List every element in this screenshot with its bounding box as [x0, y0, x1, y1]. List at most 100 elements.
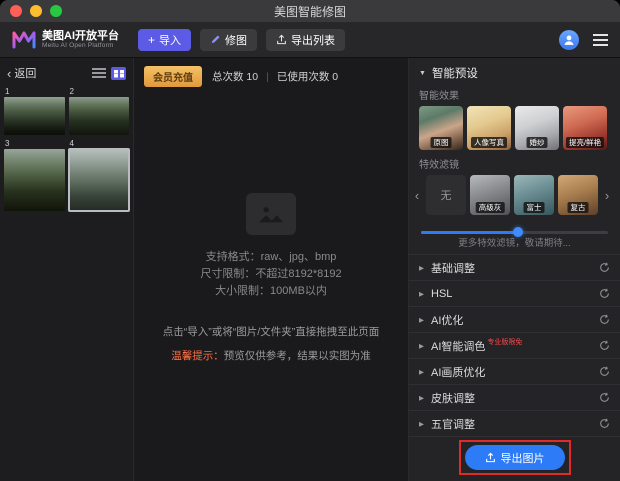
filters-row: ‹ 无 高级灰 富士 复古 ›	[409, 175, 620, 215]
picture-glyph	[256, 202, 286, 226]
hamburger-icon	[593, 34, 608, 36]
window-controls	[10, 5, 62, 17]
reset-icon[interactable]	[599, 392, 610, 403]
photo-index: 2	[69, 86, 130, 97]
export-highlight-box: 导出图片	[459, 440, 571, 475]
filter-label: 高级灰	[476, 202, 505, 214]
export-list-button[interactable]: 导出列表	[266, 29, 345, 51]
caret-right-icon: ▶	[419, 368, 424, 376]
photo-image	[4, 149, 65, 211]
import-button[interactable]: + 导入	[138, 29, 191, 51]
drag-hint: 点击“导入”或将“图片/文件夹”直接拖拽至此页面	[163, 324, 379, 339]
photo-thumbnail-1[interactable]: 1	[4, 86, 65, 135]
section-label: 五官调整	[431, 416, 475, 432]
effect-original[interactable]: 原图	[419, 106, 463, 150]
export-image-button[interactable]: 导出图片	[465, 445, 565, 470]
photo-image	[4, 97, 65, 135]
usage-total: 总次数 10	[212, 69, 258, 84]
retouch-button[interactable]: 修图	[200, 29, 257, 51]
view-toggle	[92, 67, 126, 80]
section-ai-quality[interactable]: ▶ AI画质优化	[409, 359, 620, 385]
content: ‹ 返回 1 2 3	[0, 58, 620, 481]
user-avatar[interactable]	[559, 30, 579, 50]
dimension-hint: 尺寸限制：不超过8192*8192	[200, 266, 341, 283]
photo-index: 4	[69, 138, 130, 149]
user-icon	[562, 33, 576, 47]
workspace: 会员充值 总次数 10 | 已使用次数 0 支持格式：raw、jpg、bmp 尺…	[134, 58, 408, 481]
reset-icon[interactable]	[599, 340, 610, 351]
import-label: 导入	[159, 32, 181, 48]
photo-thumbnail-4[interactable]: 4	[69, 138, 130, 211]
dropzone[interactable]: 支持格式：raw、jpg、bmp 尺寸限制：不超过8192*8192 大小限制：…	[200, 193, 341, 300]
export-list-label: 导出列表	[291, 32, 335, 48]
filters-label: 特效滤镜	[409, 150, 620, 175]
grid-view-icon[interactable]	[111, 67, 126, 80]
meitu-logo-icon	[12, 30, 36, 50]
back-button[interactable]: ‹ 返回	[7, 65, 36, 81]
menu-button[interactable]	[593, 34, 608, 46]
filter-strength-slider[interactable]	[421, 227, 608, 228]
reset-icon[interactable]	[599, 418, 610, 429]
close-button[interactable]	[10, 5, 22, 17]
filter-premium-gray[interactable]: 高级灰	[470, 175, 510, 215]
effect-portrait[interactable]: 人像写真	[467, 106, 511, 150]
export-label: 导出图片	[501, 450, 545, 466]
section-basic-adjust[interactable]: ▶ 基础调整	[409, 255, 620, 281]
effect-label: 提亮/鲜艳	[566, 137, 604, 149]
section-label: AI智能调色	[431, 338, 485, 354]
section-label: 基础调整	[431, 260, 475, 276]
scroll-right-icon[interactable]: ›	[602, 189, 612, 202]
brand-text: 美图AI开放平台 Meitu AI Open Platform	[42, 30, 119, 49]
filter-retro[interactable]: 复古	[558, 175, 598, 215]
reset-icon[interactable]	[599, 314, 610, 325]
caret-right-icon: ▶	[419, 316, 424, 324]
back-chevron-icon: ‹	[7, 67, 11, 80]
effect-label: 婚纱	[527, 137, 548, 149]
scroll-left-icon[interactable]: ‹	[412, 189, 422, 202]
filter-none[interactable]: 无	[426, 175, 466, 215]
sidebar-header: ‹ 返回	[0, 62, 133, 84]
section-ai-smart-color[interactable]: ▶ AI智能调色 专业版限免	[409, 333, 620, 359]
filter-label: 无	[441, 187, 452, 203]
effects-label: 智能效果	[409, 85, 620, 106]
filter-label: 富士	[524, 202, 545, 214]
reset-icon[interactable]	[599, 366, 610, 377]
photo-thumbnail-2[interactable]: 2	[69, 86, 130, 135]
usage-bar: 会员充值 总次数 10 | 已使用次数 0	[134, 58, 408, 87]
section-label: 皮肤调整	[431, 390, 475, 406]
caret-right-icon: ▶	[419, 290, 424, 298]
caret-right-icon: ▶	[419, 420, 424, 428]
filesize-hint: 大小限制：100MB以内	[215, 283, 327, 300]
filter-label: 复古	[568, 202, 589, 214]
reset-icon[interactable]	[599, 262, 610, 273]
filter-fuji[interactable]: 富士	[514, 175, 554, 215]
minimize-button[interactable]	[30, 5, 42, 17]
photo-thumbnail-3[interactable]: 3	[4, 138, 65, 211]
back-label: 返回	[14, 65, 36, 81]
zoom-button[interactable]	[50, 5, 62, 17]
pro-free-badge: 专业版限免	[487, 337, 522, 347]
section-facial-adjust[interactable]: ▶ 五官调整	[409, 411, 620, 437]
effect-label: 人像写真	[471, 137, 507, 149]
brand: 美图AI开放平台 Meitu AI Open Platform	[12, 30, 119, 50]
export-area: 导出图片	[409, 437, 620, 481]
section-ai-optimize[interactable]: ▶ AI优化	[409, 307, 620, 333]
effect-brighten[interactable]: 提亮/鲜艳	[563, 106, 607, 150]
caret-right-icon: ▶	[419, 342, 424, 350]
export-image-icon	[485, 452, 496, 463]
section-skin-adjust[interactable]: ▶ 皮肤调整	[409, 385, 620, 411]
vip-recharge-button[interactable]: 会员充值	[144, 66, 202, 87]
caret-right-icon: ▶	[419, 394, 424, 402]
slider-fill	[421, 231, 518, 234]
section-hsl[interactable]: ▶ HSL	[409, 281, 620, 307]
photo-image	[69, 149, 130, 211]
smart-preset-header[interactable]: ▼ 智能预设	[409, 58, 620, 85]
image-placeholder-icon	[246, 193, 296, 235]
photo-index: 1	[4, 86, 65, 97]
list-view-icon[interactable]	[92, 68, 106, 78]
export-list-icon	[276, 34, 287, 45]
reset-icon[interactable]	[599, 288, 610, 299]
usage-divider: |	[266, 71, 269, 83]
effect-wedding[interactable]: 婚纱	[515, 106, 559, 150]
usage-used: 已使用次数 0	[277, 69, 338, 84]
